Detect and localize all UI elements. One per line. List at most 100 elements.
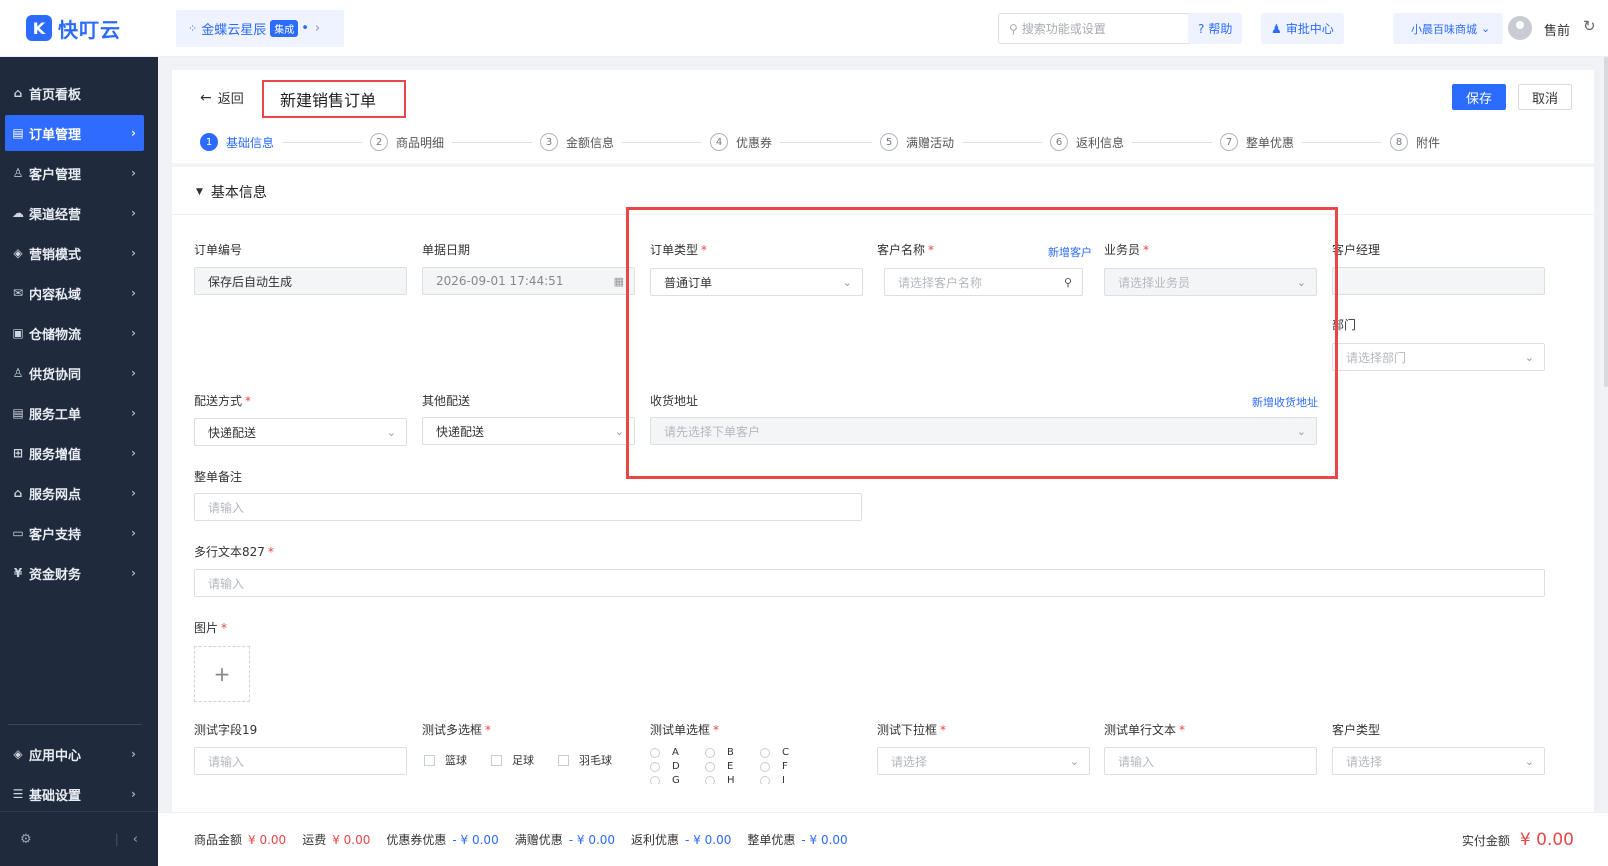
radio[interactable]	[760, 747, 770, 758]
footer-divider: |	[114, 832, 119, 846]
step-item[interactable]: 5 满赠活动	[880, 133, 1050, 151]
address-select[interactable]: 请先选择下单客户 ⌄	[650, 417, 1317, 445]
nav-icon: ⌂	[13, 486, 23, 500]
image-upload-button[interactable]: +	[194, 646, 250, 702]
cancel-button[interactable]: 取消	[1518, 84, 1572, 110]
checkbox[interactable]	[424, 754, 435, 766]
test-multi-label: 测试多选框 *	[422, 721, 491, 738]
delivery-value: 快递配送	[208, 425, 257, 440]
sidebar-item[interactable]: ▤ 订单管理 ›	[5, 115, 144, 151]
radio-label: A	[672, 747, 679, 758]
dept-placeholder: 请选择部门	[1346, 350, 1407, 365]
delivery-select[interactable]: 快递配送 ⌄	[194, 418, 407, 446]
checkbox-option[interactable]: 足球	[491, 752, 534, 768]
radio[interactable]	[760, 761, 770, 772]
section-basic-info[interactable]: ▼ 基本信息	[196, 182, 267, 202]
sidebar-item[interactable]: ☰ 基础设置 ›	[5, 776, 144, 812]
global-search[interactable]: ⚲	[998, 13, 1205, 44]
search-input[interactable]	[1021, 21, 1192, 36]
order-type-select[interactable]: 普通订单 ⌄	[650, 268, 863, 296]
checkbox[interactable]	[491, 754, 502, 766]
other-delivery-select[interactable]: 快递配送 ⌄	[422, 417, 635, 445]
help-button[interactable]: ? 帮助	[1188, 13, 1243, 44]
radio-option[interactable]: B	[705, 746, 760, 759]
add-customer-link[interactable]: 新增客户	[1048, 244, 1092, 260]
refresh-icon[interactable]: ↻	[1583, 17, 1596, 35]
radio[interactable]	[760, 775, 770, 784]
store-selector[interactable]: 小晨百味商城 ⌄	[1393, 13, 1503, 44]
sidebar-item[interactable]: ◈ 营销模式 ›	[5, 235, 144, 271]
radio[interactable]	[650, 747, 660, 758]
radio[interactable]	[705, 775, 715, 784]
manager-field[interactable]	[1332, 267, 1545, 295]
checkbox-option[interactable]: 羽毛球	[558, 752, 612, 768]
radio-option[interactable]: C	[760, 746, 815, 759]
sidebar-item[interactable]: ▭ 客户支持 ›	[5, 515, 144, 551]
radio[interactable]	[650, 761, 660, 772]
radio-option[interactable]: I	[760, 774, 815, 784]
radio[interactable]	[705, 747, 715, 758]
nav-icon: ♙	[12, 366, 24, 380]
sidebar-item-label: 供货协同	[29, 367, 82, 383]
step-item[interactable]: 8 附件	[1390, 133, 1560, 151]
radio[interactable]	[650, 775, 660, 784]
step-item[interactable]: 6 返利信息	[1050, 133, 1220, 151]
salesman-select[interactable]: 请选择业务员 ⌄	[1104, 268, 1317, 296]
sidebar-item[interactable]: ♙ 供货协同 ›	[5, 355, 144, 391]
back-button[interactable]: ← 返回	[200, 88, 244, 108]
chevron-down-icon: ⌄	[614, 424, 624, 438]
approval-center-button[interactable]: ♟ 审批中心	[1261, 13, 1344, 44]
chevron-right-icon: ›	[131, 246, 136, 260]
radio-option[interactable]: G	[650, 774, 705, 784]
sidebar-item[interactable]: ⌂ 首页看板	[5, 75, 144, 111]
step-item[interactable]: 7 整单优惠	[1220, 133, 1390, 151]
step-item[interactable]: 3 金额信息	[540, 133, 710, 151]
sidebar-item[interactable]: ⌂ 服务网点 ›	[5, 475, 144, 511]
test-text-input[interactable]: 请输入	[1104, 747, 1317, 775]
order-no-field: 保存后自动生成	[194, 267, 407, 295]
sidebar-item[interactable]: ☁ 渠道经营 ›	[5, 195, 144, 231]
sidebar-item[interactable]: ✉ 内容私域 ›	[5, 275, 144, 311]
radio-option[interactable]: H	[705, 774, 760, 784]
doc-date-label-text: 单据日期	[422, 243, 471, 257]
test-dropdown-select[interactable]: 请选择 ⌄	[877, 747, 1090, 775]
sidebar-item[interactable]: ▣ 仓储物流 ›	[5, 315, 144, 351]
settings-gear-icon[interactable]: ⚙	[20, 832, 32, 847]
step-item[interactable]: 2 商品明细	[370, 133, 540, 151]
total-item: 满赠优惠 - ¥ 0.00	[515, 831, 615, 848]
radio[interactable]	[705, 761, 715, 772]
sidebar-item[interactable]: ¥ 资金财务 ›	[5, 555, 144, 591]
radio-option[interactable]: F	[760, 760, 815, 773]
collapse-sidebar-icon[interactable]: ‹	[133, 832, 138, 847]
test19-input[interactable]: 请输入	[194, 747, 407, 775]
radio-label: H	[727, 775, 735, 784]
step-item[interactable]: 1 基础信息	[200, 133, 370, 151]
page-scrollbar[interactable]	[1604, 57, 1608, 387]
sidebar-item[interactable]: ⊞ 服务增值 ›	[5, 435, 144, 471]
checkbox-option[interactable]: 篮球	[424, 752, 467, 768]
app-logo[interactable]: K 快叮云	[0, 0, 158, 57]
sidebar-item[interactable]: ♙ 客户管理 ›	[5, 155, 144, 191]
user-name[interactable]: 售前	[1544, 20, 1570, 39]
other-delivery-label-text: 其他配送	[422, 394, 471, 408]
multiline-input[interactable]: 请输入	[194, 569, 1545, 597]
arrow-left-icon: ←	[200, 89, 212, 106]
save-button[interactable]: 保存	[1452, 84, 1506, 110]
cust-type-select[interactable]: 请选择 ⌄	[1332, 747, 1545, 775]
sidebar-item[interactable]: ◈ 应用中心 ›	[5, 736, 144, 772]
avatar[interactable]	[1508, 16, 1532, 40]
remark-input[interactable]: 请输入	[194, 493, 862, 521]
chevron-right-icon: ›	[131, 366, 136, 380]
chevron-down-icon: ⌄	[386, 425, 396, 439]
radio-option[interactable]: E	[705, 760, 760, 773]
sidebar-item[interactable]: ▤ 服务工单 ›	[5, 395, 144, 431]
integration-brand-tag[interactable]: ⁘ 金蝶云星辰 集成 • ›	[176, 10, 344, 47]
radio-option[interactable]: A	[650, 746, 705, 759]
dept-select[interactable]: 请选择部门 ⌄	[1332, 343, 1545, 371]
search-icon[interactable]: ⚲	[1064, 276, 1072, 289]
checkbox[interactable]	[558, 754, 569, 766]
customer-search-field[interactable]: 请选择客户名称 ⚲	[884, 268, 1083, 296]
step-item[interactable]: 4 优惠券	[710, 133, 880, 151]
add-address-link[interactable]: 新增收货地址	[1252, 394, 1318, 410]
radio-option[interactable]: D	[650, 760, 705, 773]
